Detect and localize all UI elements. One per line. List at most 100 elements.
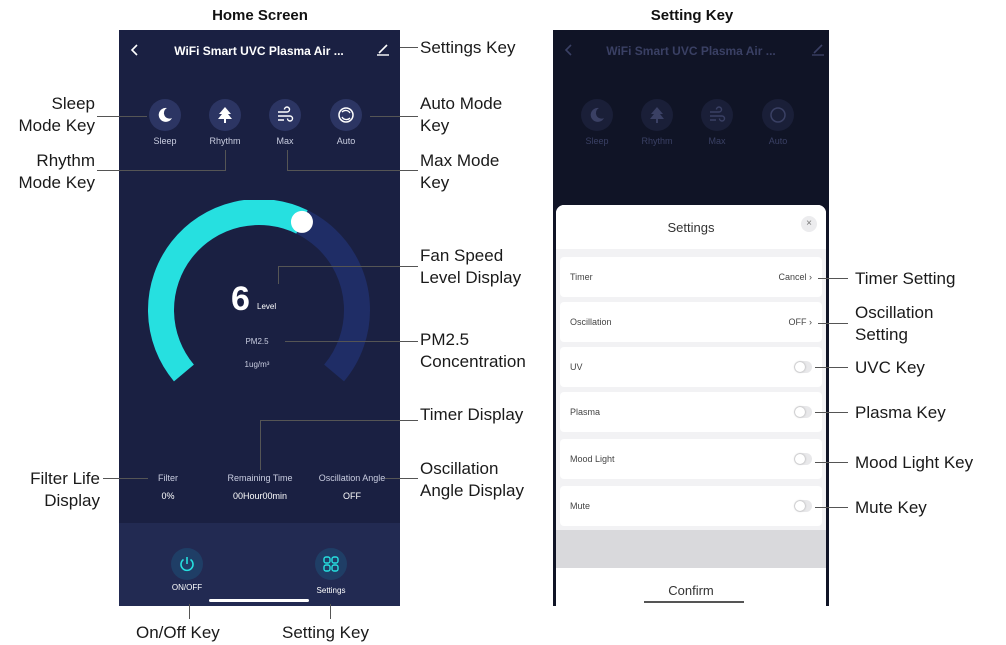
- mute-toggle[interactable]: [794, 500, 812, 512]
- close-icon[interactable]: ×: [801, 216, 817, 232]
- remaining-time-value: 00Hour00min: [232, 491, 288, 501]
- settings-button[interactable]: [315, 548, 347, 580]
- leader-line: [260, 420, 261, 470]
- auto-label: Auto: [336, 136, 356, 146]
- leader-line: [278, 266, 418, 267]
- mute-row: Mute: [560, 486, 822, 526]
- callout-osc-setting-line2: Setting: [855, 325, 908, 344]
- power-icon: [180, 557, 194, 572]
- mood-light-toggle[interactable]: [794, 453, 812, 465]
- rhythm-label: Rhythm: [209, 136, 241, 146]
- pencil-icon[interactable]: [376, 42, 390, 56]
- settings-label: Settings: [316, 586, 346, 595]
- home-indicator: [209, 599, 309, 602]
- max-mode-button[interactable]: [269, 99, 301, 131]
- plasma-toggle[interactable]: [794, 406, 812, 418]
- callout-osc-angle: Oscillation Angle Display: [420, 458, 524, 502]
- mood-light-label: Mood Light: [570, 454, 615, 464]
- confirm-button[interactable]: Confirm: [646, 583, 736, 598]
- callout-fan-line1: Fan Speed: [420, 246, 504, 265]
- callout-sleep: Sleep Mode Key: [0, 93, 95, 137]
- speed-level-unit: Level: [257, 302, 277, 311]
- pencil-icon: [812, 44, 824, 56]
- chevron-left-icon[interactable]: [130, 43, 140, 57]
- timer-label: Timer: [570, 272, 593, 282]
- callout-filter: Filter Life Display: [0, 468, 100, 512]
- callout-osc-angle-line2: Angle Display: [420, 481, 524, 500]
- on-off-button[interactable]: [171, 548, 203, 580]
- oscillation-label: Oscillation: [570, 317, 612, 327]
- moon-icon: [590, 107, 604, 122]
- auto-mode-button-dimmed: [762, 99, 794, 131]
- callout-max-line2: Key: [420, 173, 450, 192]
- chevron-right-icon: ›: [809, 317, 812, 327]
- tree-icon: [218, 107, 232, 123]
- callout-rhythm-line2: Mode Key: [18, 173, 95, 192]
- callout-pm25: PM2.5 Concentration: [420, 329, 526, 373]
- callout-rhythm-line1: Rhythm: [36, 151, 95, 170]
- leader-line: [103, 478, 148, 479]
- settings-sheet: Settings × Timer Cancel › Oscillation OF…: [556, 205, 826, 606]
- max-mode-button-dimmed: [701, 99, 733, 131]
- leader-line: [385, 478, 418, 479]
- uv-row: UV: [560, 347, 822, 387]
- oscillation-row[interactable]: Oscillation OFF ›: [560, 302, 822, 342]
- fan-speed-gauge[interactable]: [137, 200, 382, 400]
- wind-icon: [278, 106, 294, 122]
- leader-line: [287, 150, 288, 170]
- callout-osc-setting: Oscillation Setting: [855, 302, 933, 346]
- callout-filter-line1: Filter Life: [30, 469, 100, 488]
- callout-uvc-key: UVC Key: [855, 358, 925, 377]
- rhythm-mode-button[interactable]: [209, 99, 241, 131]
- pm-value: 1ug/m³: [244, 360, 270, 369]
- leader-line: [189, 604, 190, 619]
- leader-line: [400, 47, 418, 48]
- cycle-icon: [338, 107, 354, 123]
- rhythm-label-dimmed: Rhythm: [641, 136, 673, 146]
- sheet-spacer: [556, 530, 826, 568]
- mood-light-row: Mood Light: [560, 439, 822, 479]
- speed-level-value: 6: [231, 280, 250, 318]
- device-title-dimmed: WiFi Smart UVC Plasma Air ...: [606, 44, 776, 58]
- callout-settings-key: Settings Key: [420, 38, 516, 57]
- uv-toggle[interactable]: [794, 361, 812, 373]
- max-label-dimmed: Max: [708, 136, 726, 146]
- leader-line: [815, 367, 848, 368]
- rhythm-mode-button-dimmed: [641, 99, 673, 131]
- home-indicator: [644, 601, 744, 603]
- remaining-time-heading: Remaining Time: [227, 473, 293, 483]
- filter-heading: Filter: [158, 473, 178, 483]
- callout-rhythm: Rhythm Mode Key: [0, 150, 95, 194]
- sleep-label: Sleep: [153, 136, 177, 146]
- pm-label: PM2.5: [245, 337, 269, 346]
- leader-line: [278, 266, 279, 284]
- callout-osc-setting-line1: Oscillation: [855, 303, 934, 322]
- bottom-bar: [119, 523, 400, 606]
- leader-line: [818, 278, 848, 279]
- mute-label: Mute: [570, 501, 591, 511]
- callout-pm-line2: Concentration: [420, 352, 526, 371]
- auto-mode-button[interactable]: [330, 99, 362, 131]
- chevron-left-icon: [564, 44, 572, 56]
- callout-filter-line2: Display: [44, 491, 100, 510]
- settings-screen-phone: WiFi Smart UVC Plasma Air ... Sleep Rhyt…: [553, 30, 829, 606]
- plasma-row: Plasma: [560, 392, 822, 432]
- leader-line: [815, 412, 848, 413]
- leader-line: [225, 150, 226, 170]
- plasma-label: Plasma: [570, 407, 601, 417]
- leader-line: [815, 507, 848, 508]
- callout-timer-setting: Timer Setting: [855, 269, 956, 288]
- home-screen-heading: Home Screen: [212, 7, 308, 24]
- callout-osc-angle-line1: Oscillation: [420, 459, 499, 478]
- uv-label: UV: [570, 362, 583, 372]
- filter-value: 0%: [161, 491, 175, 501]
- timer-row[interactable]: Timer Cancel ›: [560, 257, 822, 297]
- leader-line: [97, 170, 226, 171]
- callout-max-line1: Max Mode: [420, 151, 500, 170]
- max-label: Max: [276, 136, 294, 146]
- callout-auto-line2: Key: [420, 116, 450, 135]
- sleep-mode-button[interactable]: [149, 99, 181, 131]
- oscillation-angle-value: OFF: [343, 491, 361, 501]
- gauge-knob[interactable]: [290, 210, 313, 233]
- device-title: WiFi Smart UVC Plasma Air ...: [174, 44, 344, 58]
